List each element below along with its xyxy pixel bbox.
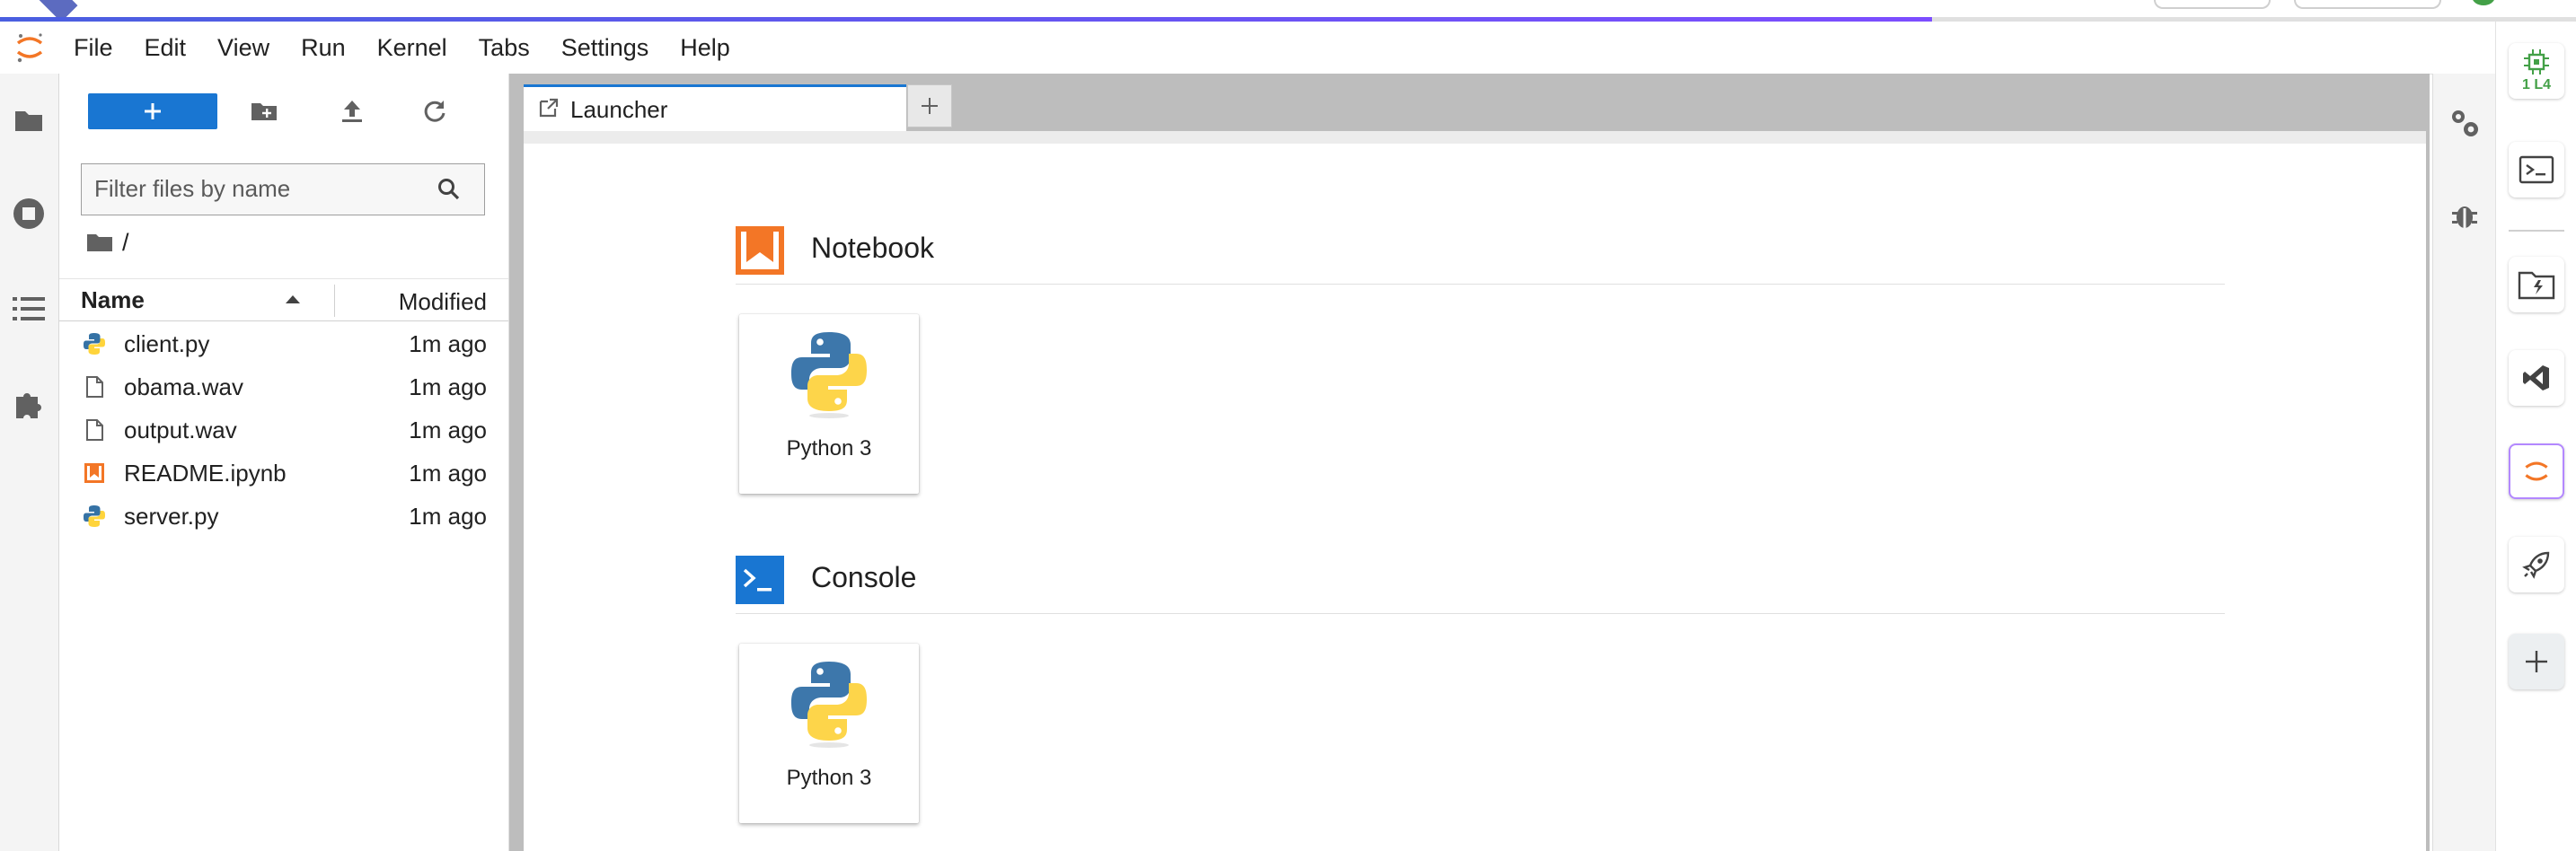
launcher-tab-icon xyxy=(539,98,559,118)
property-inspector-icon[interactable] xyxy=(2444,102,2485,144)
menu-view[interactable]: View xyxy=(217,34,269,62)
plus-icon xyxy=(922,98,938,114)
panel-splitter[interactable] xyxy=(509,74,521,851)
section-title: Console xyxy=(811,561,917,593)
python-file-icon xyxy=(84,333,105,355)
main-dock-area: Launcher Notebook Python 3 Console Pytho… xyxy=(521,74,2430,851)
add-tab-button[interactable] xyxy=(907,84,952,127)
card-label: Python 3 xyxy=(786,766,872,790)
file-modified: 1m ago xyxy=(409,373,487,400)
menu-settings[interactable]: Settings xyxy=(561,34,649,62)
launcher-panel: Notebook Python 3 Console Python 3 xyxy=(524,131,2426,851)
terminal-button[interactable] xyxy=(2509,142,2564,197)
jupyter-app-button[interactable] xyxy=(2509,443,2564,499)
file-browser-tab-icon[interactable] xyxy=(9,101,49,140)
add-app-button[interactable] xyxy=(2509,634,2564,689)
file-name: client.py xyxy=(124,330,210,357)
notebook-file-icon xyxy=(84,463,104,483)
file-row-readme-ipynb[interactable]: README.ipynb 1m ago xyxy=(59,451,508,494)
gpu-resource-button[interactable]: 1 L4 xyxy=(2509,43,2564,99)
chip-icon xyxy=(2524,49,2549,75)
file-row-client-py[interactable]: client.py 1m ago xyxy=(59,321,508,364)
sidebar-divider xyxy=(2509,230,2564,232)
file-name: server.py xyxy=(124,503,219,530)
menu-help[interactable]: Help xyxy=(680,34,730,62)
terminal-icon xyxy=(2519,155,2554,184)
top-action-button[interactable] xyxy=(2154,0,2271,9)
home-folder-icon[interactable] xyxy=(86,232,113,253)
file-modified: 1m ago xyxy=(409,417,487,443)
data-folder-button[interactable] xyxy=(2509,257,2564,312)
upload-icon xyxy=(342,101,362,122)
debugger-icon[interactable] xyxy=(2444,194,2485,235)
jupyter-logo-icon xyxy=(2525,461,2548,481)
menu-tabs[interactable]: Tabs xyxy=(479,34,530,62)
python-logo-icon xyxy=(791,662,867,748)
refresh-icon xyxy=(424,101,446,122)
column-header-name[interactable]: Name xyxy=(81,286,145,314)
menubar: File Edit View Run Kernel Tabs Settings … xyxy=(0,22,2576,75)
file-name: obama.wav xyxy=(124,373,243,400)
launcher-section-console: Console xyxy=(736,548,2225,614)
menu-file[interactable]: File xyxy=(74,34,113,62)
tab-label: Launcher xyxy=(570,96,668,123)
vscode-icon xyxy=(2523,365,2549,390)
refresh-button[interactable] xyxy=(417,93,453,129)
notebook-section-icon xyxy=(736,226,784,275)
top-action-button[interactable] xyxy=(2294,0,2441,9)
breadcrumb: / xyxy=(86,226,129,259)
file-listing-header: Name Modified xyxy=(59,278,508,321)
file-modified: 1m ago xyxy=(409,460,487,487)
python-logo-icon xyxy=(791,332,867,418)
launcher-section-notebook: Notebook xyxy=(736,219,2225,285)
file-row-server-py[interactable]: server.py 1m ago xyxy=(59,494,508,537)
column-divider[interactable] xyxy=(334,285,335,317)
notebook-python3-card[interactable]: Python 3 xyxy=(739,314,919,494)
breadcrumb-root[interactable]: / xyxy=(122,229,129,257)
deploy-button[interactable] xyxy=(2509,537,2564,592)
extension-sidebar: 1 L4 xyxy=(2495,22,2576,851)
table-of-contents-icon[interactable] xyxy=(9,289,49,329)
lightning-folder-icon xyxy=(2518,271,2555,300)
menu-edit[interactable]: Edit xyxy=(145,34,187,62)
rocket-icon xyxy=(2522,551,2550,579)
menu-run[interactable]: Run xyxy=(301,34,346,62)
tab-launcher[interactable]: Launcher xyxy=(524,84,906,131)
console-section-icon xyxy=(736,556,784,604)
new-folder-icon xyxy=(251,103,277,120)
sort-ascending-icon xyxy=(286,295,300,303)
filter-files-box xyxy=(81,163,485,215)
left-activity-bar xyxy=(0,74,59,851)
section-title: Notebook xyxy=(811,232,934,264)
filter-files-input[interactable] xyxy=(94,164,427,214)
file-icon xyxy=(86,419,103,441)
file-modified: 1m ago xyxy=(409,330,487,357)
vscode-button[interactable] xyxy=(2509,350,2564,406)
browser-top-strip xyxy=(0,0,2576,22)
jupyter-logo-icon xyxy=(16,33,43,63)
card-label: Python 3 xyxy=(786,436,872,461)
new-launcher-button[interactable] xyxy=(88,93,217,129)
file-name: README.ipynb xyxy=(124,460,287,487)
file-browser-panel: / Name Modified client.py 1m ago obama.w… xyxy=(59,74,509,851)
console-python3-card[interactable]: Python 3 xyxy=(739,644,919,823)
python-file-icon xyxy=(84,505,105,527)
search-icon xyxy=(438,179,460,200)
file-row-obama-wav[interactable]: obama.wav 1m ago xyxy=(59,364,508,408)
gpu-label: 1 L4 xyxy=(2521,77,2551,92)
column-header-modified[interactable]: Modified xyxy=(399,288,487,316)
right-activity-bar xyxy=(2432,74,2496,851)
plus-icon xyxy=(2526,651,2547,672)
file-icon xyxy=(86,376,103,398)
file-name: output.wav xyxy=(124,417,237,443)
file-row-output-wav[interactable]: output.wav 1m ago xyxy=(59,408,508,451)
running-sessions-icon[interactable] xyxy=(9,194,49,233)
new-folder-button[interactable] xyxy=(246,93,282,129)
extension-manager-icon[interactable] xyxy=(9,384,49,424)
menu-kernel[interactable]: Kernel xyxy=(377,34,447,62)
plus-icon xyxy=(145,103,161,119)
upload-button[interactable] xyxy=(334,93,370,129)
status-dot-icon xyxy=(2472,0,2495,5)
file-modified: 1m ago xyxy=(409,503,487,530)
